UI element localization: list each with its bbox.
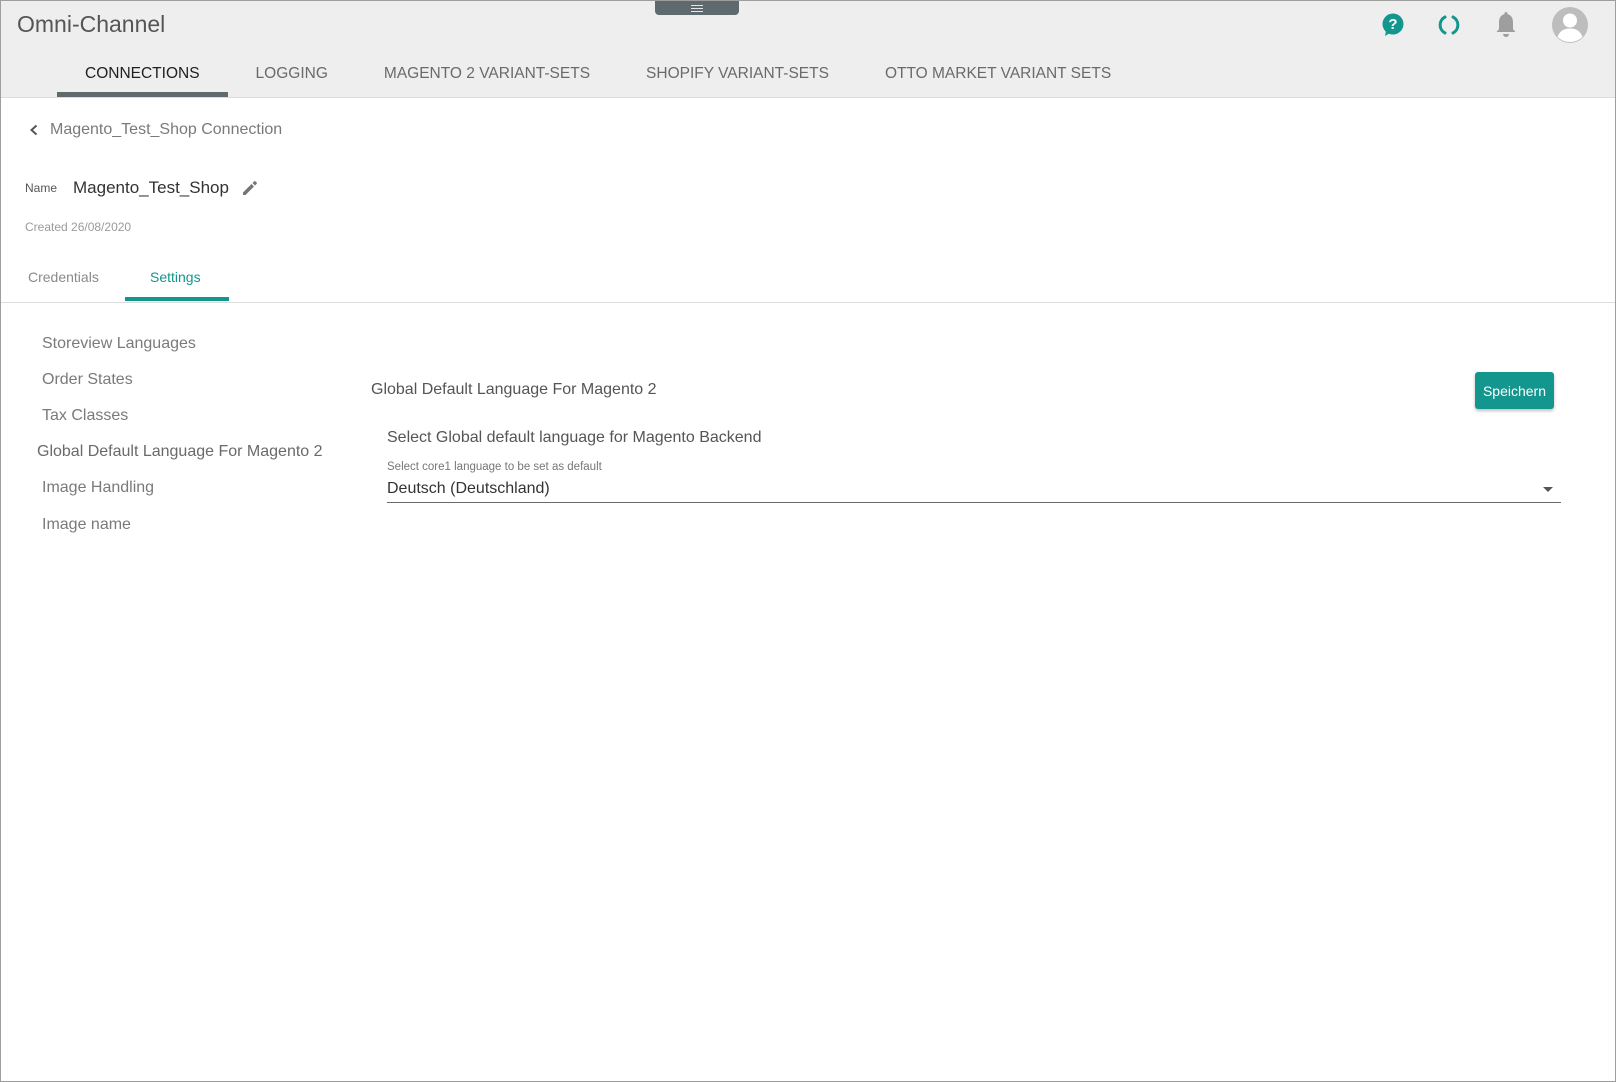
section-title: Global Default Language For Magento 2 xyxy=(371,381,657,398)
connection-name-value: Magento_Test_Shop xyxy=(73,178,229,197)
save-button[interactable]: Speichern xyxy=(1475,372,1554,409)
svg-text:?: ? xyxy=(1388,16,1397,33)
language-select[interactable]: Deutsch (Deutschland) xyxy=(387,477,1561,503)
language-select-value: Deutsch (Deutschland) xyxy=(387,480,550,497)
edit-name-button[interactable] xyxy=(239,177,261,199)
sidebar-item-storeview-languages[interactable]: Storeview Languages xyxy=(42,335,196,353)
top-bar: Omni-Channel ? CONNECTIONS LOGGING MAGEN… xyxy=(1,1,1615,98)
tab-settings[interactable]: Settings xyxy=(150,269,201,285)
menu-handle[interactable] xyxy=(655,1,739,15)
sidebar-item-tax-classes[interactable]: Tax Classes xyxy=(42,407,128,425)
tab-credentials[interactable]: Credentials xyxy=(28,269,99,285)
loading-indicator xyxy=(1434,10,1464,40)
caret-down-icon xyxy=(1543,487,1553,492)
notifications-button[interactable] xyxy=(1491,10,1521,40)
breadcrumb: Magento_Test_Shop Connection xyxy=(23,119,282,141)
tab-magento-2-variant-sets[interactable]: MAGENTO 2 VARIANT-SETS xyxy=(356,51,618,97)
sidebar-item-order-states[interactable]: Order States xyxy=(42,371,133,389)
menu-icon xyxy=(691,5,703,12)
account-button[interactable] xyxy=(1551,6,1589,44)
name-label: Name xyxy=(25,181,58,195)
tab-shopify-variant-sets[interactable]: SHOPIFY VARIANT-SETS xyxy=(618,51,857,97)
connection-name-row: Name Magento_Test_Shop xyxy=(25,177,261,199)
main-nav-tabs: CONNECTIONS LOGGING MAGENTO 2 VARIANT-SE… xyxy=(57,51,1139,97)
language-select-label: Select core1 language to be set as defau… xyxy=(387,461,602,473)
breadcrumb-title: Magento_Test_Shop Connection xyxy=(50,121,283,138)
sidebar-item-image-name[interactable]: Image name xyxy=(42,516,131,534)
help-button[interactable]: ? xyxy=(1378,10,1408,40)
chevron-left-icon xyxy=(30,124,38,136)
sidebar-item-global-default-language[interactable]: Global Default Language For Magento 2 xyxy=(37,443,323,461)
back-button[interactable] xyxy=(23,119,45,141)
created-date: Created 26/08/2020 xyxy=(25,220,132,234)
app-title: Omni-Channel xyxy=(17,11,166,37)
field-heading: Select Global default language for Magen… xyxy=(387,429,762,446)
active-tab-indicator xyxy=(125,297,229,301)
tab-otto-market-variant-sets[interactable]: OTTO MARKET VARIANT SETS xyxy=(857,51,1139,97)
pencil-icon xyxy=(242,181,257,195)
bell-icon xyxy=(1496,12,1516,37)
tab-logging[interactable]: LOGGING xyxy=(228,51,356,97)
sidebar-item-image-handling[interactable]: Image Handling xyxy=(42,479,154,497)
app-window: Omni-Channel ? CONNECTIONS LOGGING MAGEN… xyxy=(0,0,1616,1082)
tab-connections[interactable]: CONNECTIONS xyxy=(57,51,228,97)
help-icon: ? xyxy=(1382,13,1404,36)
loading-icon xyxy=(1438,15,1460,35)
connection-sub-tabs: Credentials Settings xyxy=(1,255,1615,303)
avatar-icon xyxy=(1552,7,1588,43)
